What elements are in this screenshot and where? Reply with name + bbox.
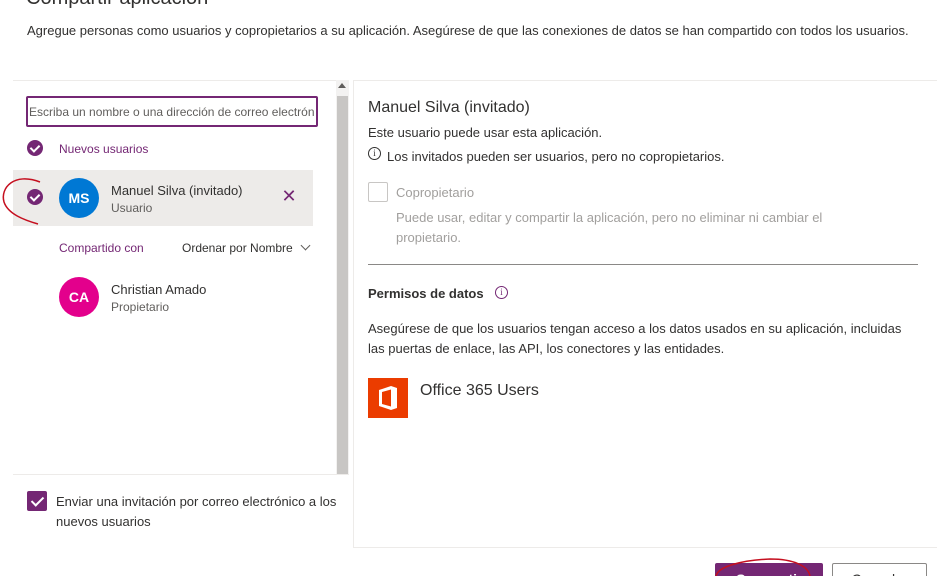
new-user-row[interactable] [13, 170, 313, 226]
data-permissions-info-icon[interactable]: i [495, 286, 508, 299]
people-search-input[interactable]: Escriba un nombre o una dirección de cor… [26, 96, 318, 127]
coowner-description: Puede usar, editar y compartir la aplica… [396, 210, 823, 245]
cancel-button[interactable]: Cancelar [832, 563, 927, 576]
send-invite-label[interactable]: Enviar una invitación por correo electró… [56, 492, 346, 532]
owner-role: Propietario [111, 300, 170, 314]
user-name: Manuel Silva (invitado) [111, 183, 243, 198]
data-permissions-title: Permisos de datos [368, 286, 484, 301]
divider [368, 264, 918, 265]
sort-by-name-dropdown[interactable]: Ordenar por Nombre [182, 241, 293, 255]
scrollbar-thumb[interactable] [337, 96, 348, 474]
share-button[interactable]: Compartir [715, 563, 823, 576]
shared-with-heading: Compartido con [59, 241, 144, 255]
send-invite-checkbox[interactable] [27, 491, 47, 511]
scroll-up-arrow-icon[interactable] [338, 83, 346, 88]
guest-note: Los invitados pueden ser usuarios, pero … [387, 149, 725, 164]
new-users-check-icon [27, 140, 43, 156]
coowner-checkbox[interactable] [368, 182, 388, 202]
coowner-label: Copropietario [396, 185, 475, 200]
dialog-title: Compartir aplicación [26, 0, 208, 10]
new-users-heading: Nuevos usuarios [59, 142, 149, 156]
user-role: Usuario [111, 201, 153, 215]
avatar: MS [59, 178, 99, 218]
divider [13, 474, 349, 475]
remove-user-close-icon[interactable]: ✕ [281, 187, 297, 205]
office-logo-icon [379, 386, 397, 410]
panel-divider [353, 80, 354, 548]
people-panel-scrollbar[interactable] [336, 80, 349, 474]
detail-panel-top-border [353, 80, 937, 81]
footer-divider [353, 547, 937, 548]
connector-name: Office 365 Users [420, 382, 539, 399]
data-permissions-description: Asegúrese de que los usuarios tengan acc… [368, 321, 902, 356]
selected-user-title: Manuel Silva (invitado) [368, 99, 530, 116]
info-icon: i [368, 147, 381, 160]
owner-name: Christian Amado [111, 282, 207, 297]
user-can-use-text: Este usuario puede usar esta aplicación. [368, 125, 603, 140]
user-selected-check-icon[interactable] [27, 189, 43, 205]
office-365-icon [368, 378, 408, 418]
dialog-description: Agregue personas como usuarios y copropi… [27, 23, 909, 38]
avatar: CA [59, 277, 99, 317]
